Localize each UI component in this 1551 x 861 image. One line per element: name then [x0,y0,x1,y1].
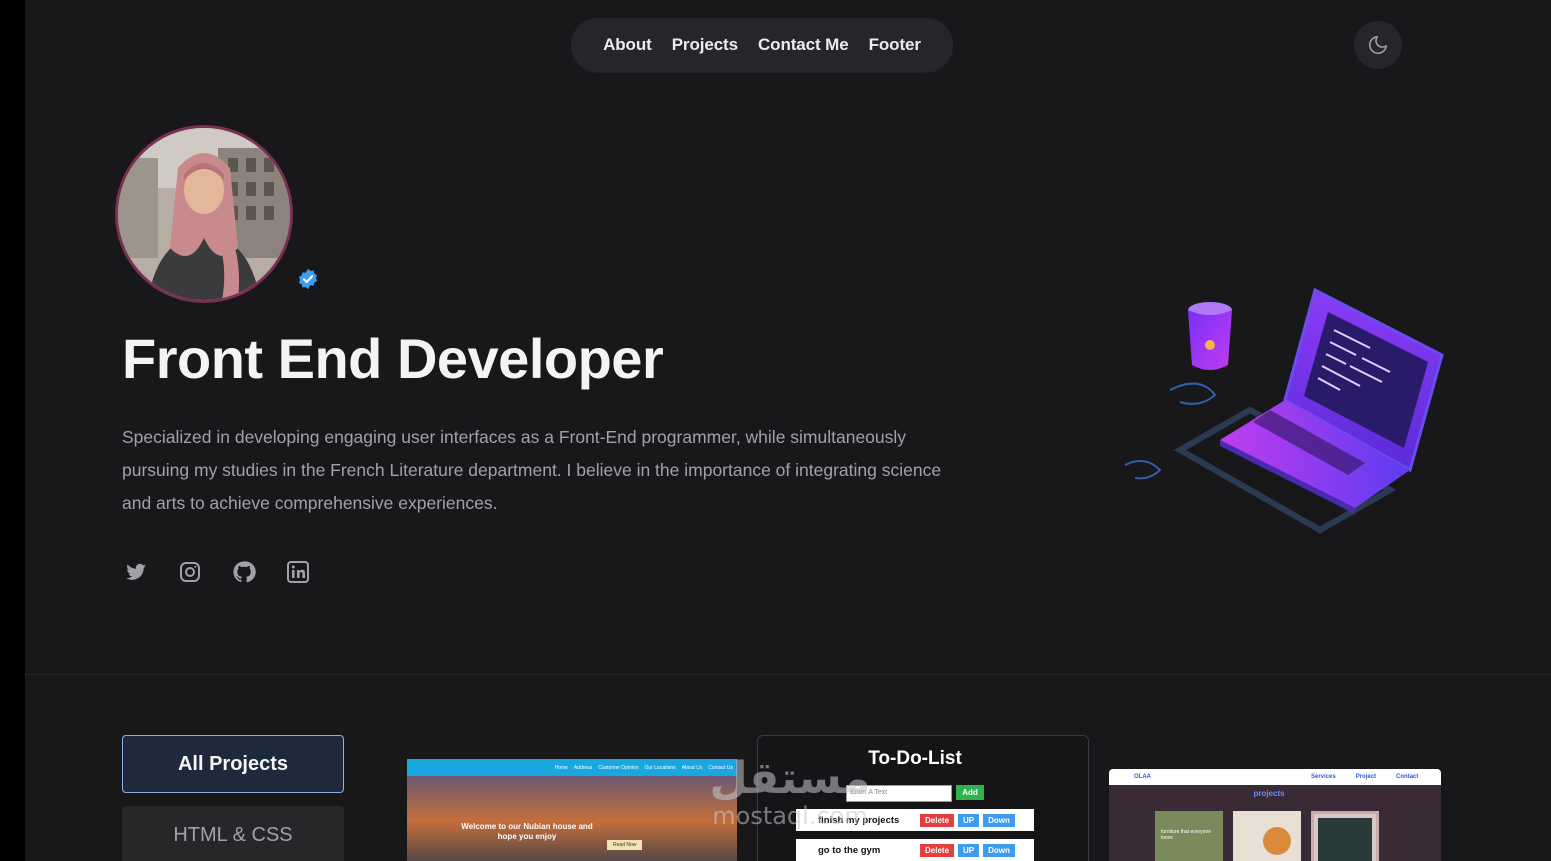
project-card-nubian-house[interactable]: Home Address Customer Opinion Our Locati… [407,759,737,861]
profile-photo [118,128,290,300]
card1-nav-item: Customer Opinion [598,764,639,771]
card1-hero-image: Welcome to our Nubian house and hope you… [407,776,737,861]
project-card-todo[interactable]: To-Do-List Enter A Text Add finish my pr… [757,735,1089,861]
moon-icon [1368,35,1388,55]
card3-tile: furniture that everyone loves [1155,811,1223,861]
top-nav: About Projects Contact Me Footer [571,18,953,72]
filter-all-projects[interactable]: All Projects [122,735,344,793]
card3-tile-dark [1311,811,1379,861]
card3-nav-item: Services [1311,774,1336,780]
card3-nav-item: Project [1355,774,1377,780]
card3-body: projects furniture that everyone loves [1109,785,1441,861]
card3-tile-food [1233,811,1301,861]
todo-up-button: UP [958,843,980,857]
project-card-olaa[interactable]: OLAA Services Project Contact projects f… [1109,769,1441,861]
nav-link-contact[interactable]: Contact Me [758,35,849,55]
todo-task-text: go to the gym [818,844,881,856]
twitter-icon[interactable] [124,560,148,584]
hero-description: Specialized in developing engaging user … [122,427,942,513]
todo-task-text: finish my projects [818,814,900,826]
todo-down-button: Down [983,843,1015,857]
card1-nav-item: About Us [681,764,703,771]
linkedin-icon[interactable] [286,560,310,584]
card3-heading: projects [1253,789,1285,798]
card1-nav-item: Address [573,764,593,771]
todo-delete-button: Delete [920,813,955,827]
avatar-container [115,125,318,303]
card1-nav-item: Contact Us [708,764,733,771]
laptop-cup-illustration [1124,287,1444,534]
filter-html-css[interactable]: HTML & CSS [122,806,344,861]
todo-row: finish my projects Delete UP Down [796,809,1034,831]
section-divider [25,674,1551,675]
nav-link-about[interactable]: About [603,35,652,55]
card1-nav-item: Our Locations [644,764,676,771]
card1-nav-item: Home [554,764,568,771]
nav-link-projects[interactable]: Projects [672,35,738,55]
card3-nav-item: Contact [1396,774,1419,780]
todo-add-button: Add [956,785,984,800]
theme-toggle-button[interactable] [1354,21,1402,69]
card1-headline: Welcome to our Nubian house and hope you… [461,822,593,841]
card1-cta-button: Read Now [607,840,643,850]
github-icon[interactable] [232,560,256,584]
card1-navbar: Home Address Customer Opinion Our Locati… [407,759,737,776]
nav-link-footer[interactable]: Footer [869,35,921,55]
card3-tile-text: furniture that everyone loves [1161,829,1212,841]
todo-delete-button: Delete [920,843,955,857]
todo-down-button: Down [983,813,1015,827]
verified-badge-icon [298,268,318,290]
card3-navbar: OLAA Services Project Contact [1109,769,1441,785]
todo-up-button: UP [958,813,980,827]
card3-brand: OLAA [1134,774,1151,780]
page-title: Front End Developer [122,327,664,390]
avatar [115,125,293,303]
portfolio-page: About Projects Contact Me Footer Front E… [25,0,1551,861]
todo-title: To-Do-List [868,748,962,769]
instagram-icon[interactable] [178,560,202,584]
todo-row: go to the gym Delete UP Down [796,839,1034,861]
social-links [124,560,310,584]
todo-input: Enter A Text [846,785,952,802]
